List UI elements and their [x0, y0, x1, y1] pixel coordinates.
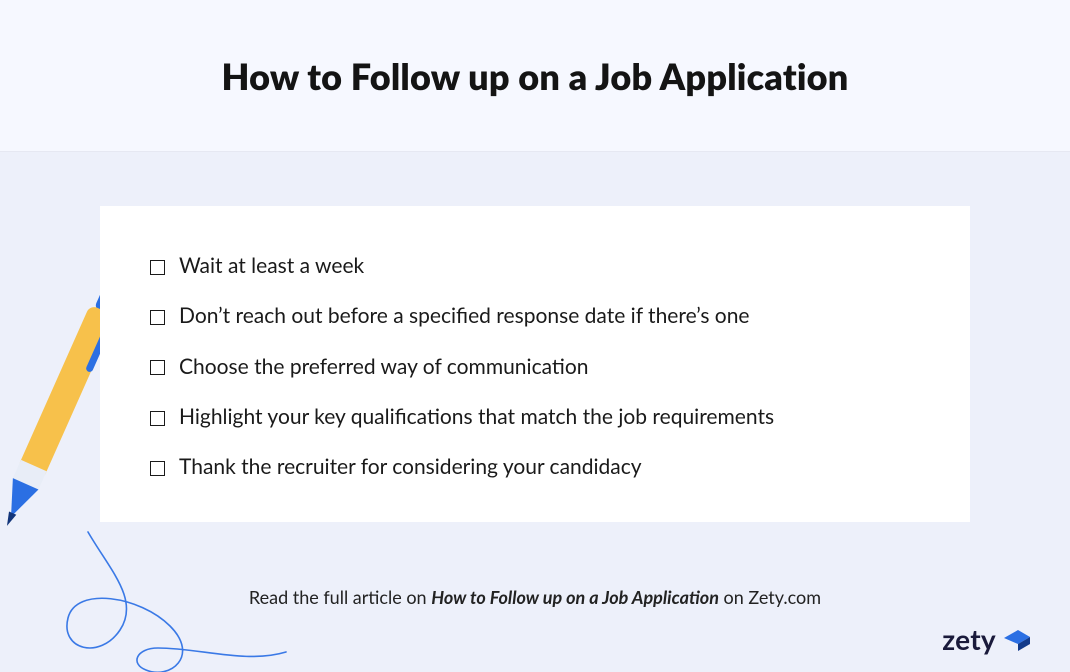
list-item-label: Don’t reach out before a specified respo… [179, 302, 750, 330]
checkbox-icon [150, 310, 165, 325]
brand-logo: zety [942, 622, 1032, 656]
footer-suffix: on Zety.com [719, 586, 821, 608]
footer-article-title: How to Follow up on a Job Application [431, 586, 719, 608]
list-item: Wait at least a week [150, 252, 920, 280]
footer-prefix: Read the full article on [249, 586, 431, 608]
checklist-card: Wait at least a week Don’t reach out bef… [100, 206, 970, 522]
list-item-label: Highlight your key qualifications that m… [179, 403, 774, 431]
footer-line: Read the full article on How to Follow u… [0, 586, 1070, 608]
list-item: Thank the recruiter for considering your… [150, 453, 920, 481]
brand-wordmark: zety [942, 622, 996, 656]
brand-mark-icon [1002, 624, 1032, 654]
header-band: How to Follow up on a Job Application [0, 0, 1070, 152]
checkbox-icon [150, 260, 165, 275]
checkbox-icon [150, 461, 165, 476]
list-item-label: Choose the preferred way of communicatio… [179, 353, 588, 381]
list-item-label: Wait at least a week [179, 252, 364, 280]
page-title: How to Follow up on a Job Application [221, 54, 848, 98]
checkbox-icon [150, 360, 165, 375]
checkbox-icon [150, 411, 165, 426]
list-item-label: Thank the recruiter for considering your… [179, 453, 642, 481]
canvas: Wait at least a week Don’t reach out bef… [0, 152, 1070, 672]
list-item: Highlight your key qualifications that m… [150, 403, 920, 431]
list-item: Don’t reach out before a specified respo… [150, 302, 920, 330]
list-item: Choose the preferred way of communicatio… [150, 353, 920, 381]
